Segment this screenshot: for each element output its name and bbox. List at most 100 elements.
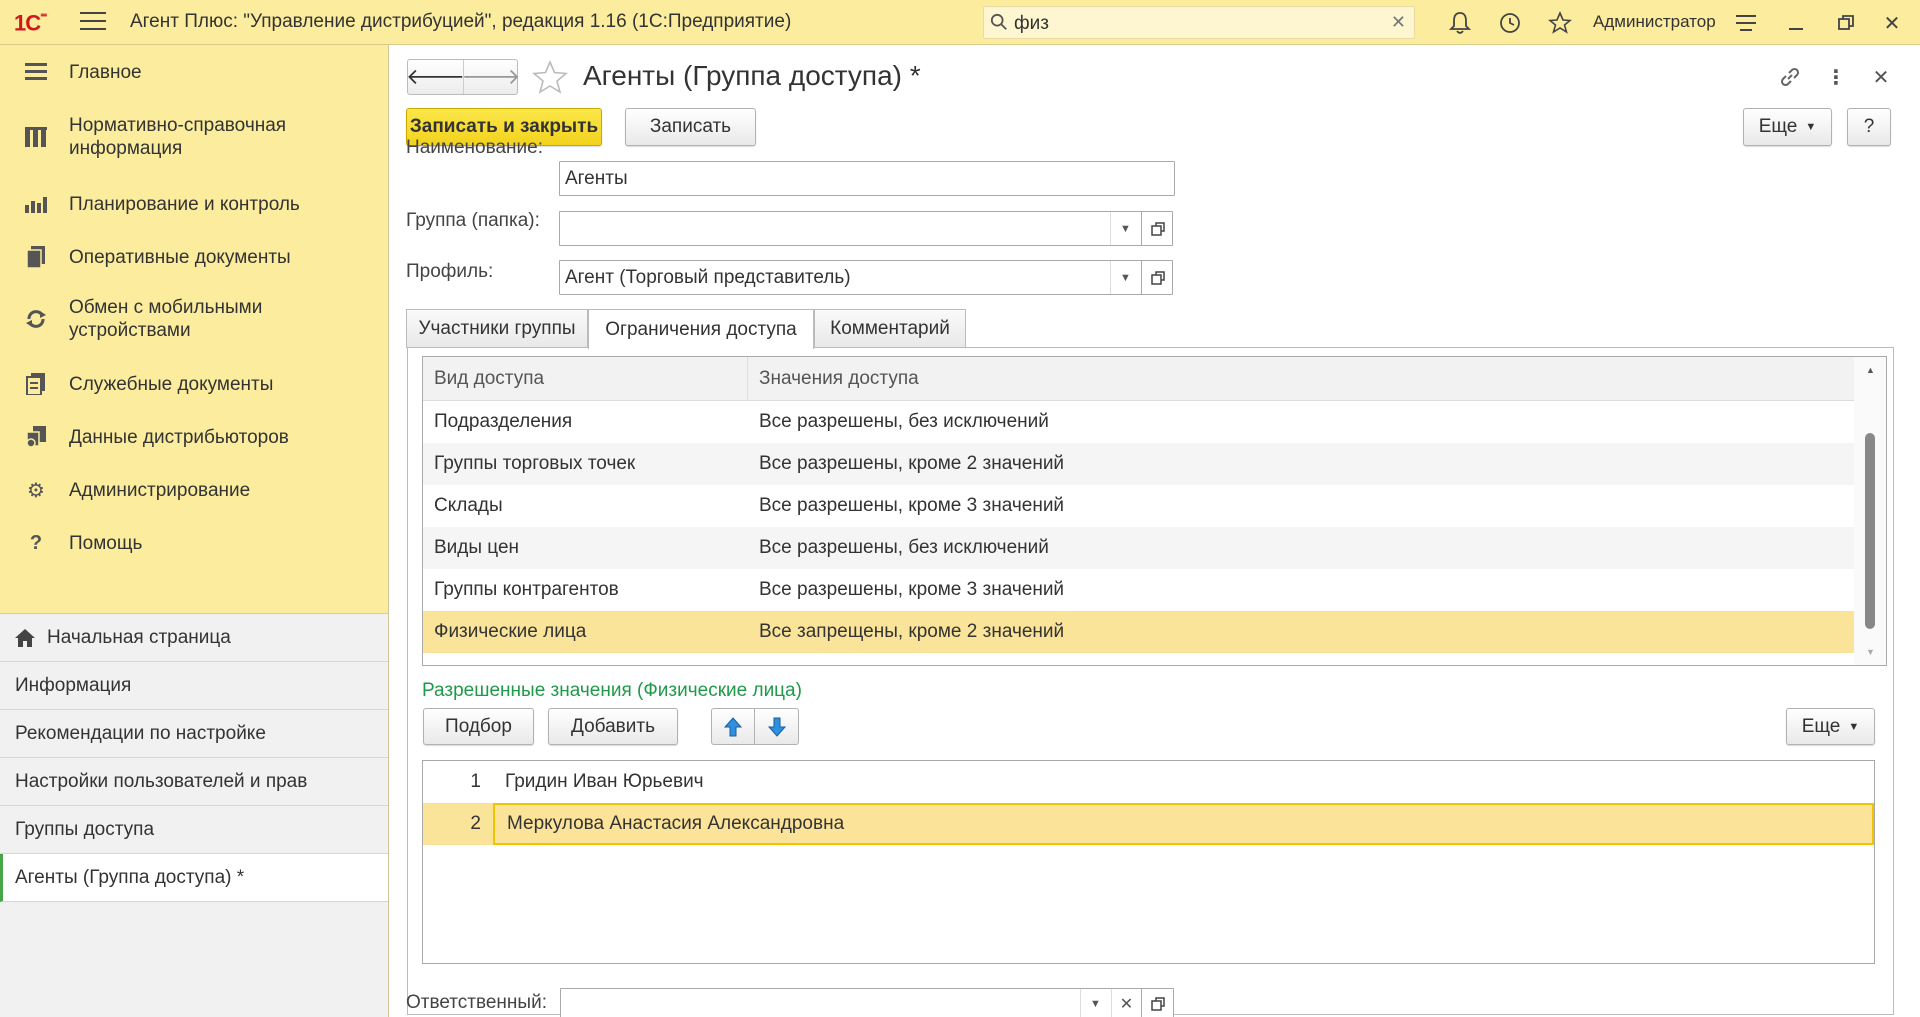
sidebar-item-admin[interactable]: ⚙ Администрирование <box>0 475 388 505</box>
tab-comment[interactable]: Комментарий <box>814 309 966 348</box>
help-button[interactable]: ? <box>1847 108 1891 146</box>
settings-lines-icon[interactable] <box>1732 9 1760 37</box>
row-number: 1 <box>470 771 481 792</box>
service-docs-icon <box>22 370 50 398</box>
sidebar-item-nsi[interactable]: Нормативно-справочная информация <box>0 113 388 161</box>
add-button[interactable]: Добавить <box>548 708 678 745</box>
help-icon: ? <box>29 531 43 554</box>
vertical-scrollbar[interactable]: ▲ ▼ <box>1854 357 1886 665</box>
open-window-user-settings[interactable]: Настройки пользователей и прав <box>0 758 388 806</box>
open-window-home[interactable]: Начальная страница <box>0 614 388 662</box>
top-bar: 1С⁼ Агент Плюс: "Управление дистрибуцией… <box>0 0 1920 45</box>
pick-button[interactable]: Подбор <box>423 708 534 745</box>
allowed-values-list[interactable]: 1 Гридин Иван Юрьевич 2 Меркулова Анаста… <box>422 760 1875 964</box>
list-item[interactable]: 1 Гридин Иван Юрьевич <box>423 761 1874 803</box>
dropdown-arrow-icon[interactable]: ▼ <box>1110 212 1140 245</box>
app-logo[interactable]: 1С⁼ <box>14 9 48 36</box>
tab-access-restrictions[interactable]: Ограничения доступа <box>588 309 814 349</box>
column-header-access-values[interactable]: Значения доступа <box>748 357 1854 401</box>
home-icon <box>15 628 35 647</box>
bell-icon[interactable] <box>1446 9 1474 37</box>
chart-icon <box>22 190 50 218</box>
cell-access-value: Все запрещены, кроме 2 значений <box>759 621 1065 642</box>
save-button[interactable]: Записать <box>625 108 756 146</box>
back-arrow-icon[interactable]: 🡐 <box>406 60 465 94</box>
scroll-down-icon[interactable]: ▼ <box>1866 647 1875 657</box>
main-menu-icon[interactable] <box>80 12 106 32</box>
cell-access-value: Все разрешены, кроме 2 значений <box>759 453 1065 474</box>
table-row[interactable]: Подразделения Все разрешены, без исключе… <box>423 401 1854 443</box>
scroll-up-icon[interactable]: ▲ <box>1866 365 1875 375</box>
sidebar-item-main[interactable]: Главное <box>0 57 388 87</box>
open-item-icon[interactable] <box>1141 212 1173 245</box>
forward-arrow-icon[interactable]: 🡒 <box>462 60 521 94</box>
restore-icon[interactable] <box>1832 9 1860 37</box>
search-icon <box>990 13 1007 30</box>
row-number: 2 <box>470 813 481 834</box>
arrow-down-icon <box>767 717 786 737</box>
tab-group-members[interactable]: Участники группы <box>406 309 588 348</box>
cell-access-kind: Физические лица <box>434 621 587 642</box>
clear-search-icon[interactable]: ✕ <box>1391 12 1406 33</box>
access-restrictions-table[interactable]: Вид доступа Значения доступа Подразделен… <box>422 356 1887 666</box>
sidebar-item-service-docs[interactable]: Служебные документы <box>0 369 388 399</box>
catalog-icon <box>22 123 50 151</box>
list-item-selected[interactable]: 2 Меркулова Анастасия Александровна <box>423 803 1874 845</box>
scrollbar-thumb[interactable] <box>1865 433 1875 629</box>
cell-access-kind: Виды цен <box>434 537 520 558</box>
dropdown-arrow-icon[interactable]: ▼ <box>1080 989 1110 1017</box>
profile-field[interactable]: Агент (Торговый представитель) ▼ <box>559 260 1173 295</box>
move-up-button[interactable] <box>711 708 755 745</box>
cell-access-value: Все разрешены, кроме 3 значений <box>759 495 1065 516</box>
dropdown-arrow-icon[interactable]: ▼ <box>1110 261 1140 294</box>
open-item-icon[interactable] <box>1141 261 1173 294</box>
close-window-icon[interactable]: ✕ <box>1878 9 1906 37</box>
move-down-button[interactable] <box>755 708 799 745</box>
chevron-down-icon: ▼ <box>1805 121 1817 133</box>
sidebar-item-mobile-exchange[interactable]: Обмен с мобильными устройствами <box>0 295 388 343</box>
cell-access-kind: Группы торговых точек <box>434 453 636 474</box>
table-row[interactable]: Склады Все разрешены, кроме 3 значений <box>423 485 1854 527</box>
group-field[interactable]: ▼ <box>559 211 1173 246</box>
table-row[interactable]: Группы торговых точек Все разрешены, кро… <box>423 443 1854 485</box>
table-row-selected[interactable]: Физические лица Все запрещены, кроме 2 з… <box>423 611 1854 653</box>
cell-access-kind: Склады <box>434 495 503 516</box>
current-user[interactable]: Администратор <box>1593 12 1716 32</box>
open-window-access-groups[interactable]: Группы доступа <box>0 806 388 854</box>
search-input[interactable]: физ ✕ <box>983 6 1415 39</box>
arrow-up-icon <box>724 716 742 736</box>
app-title: Агент Плюс: "Управление дистрибуцией", р… <box>130 11 792 32</box>
open-item-icon[interactable] <box>1141 989 1173 1017</box>
column-header-access-kind[interactable]: Вид доступа <box>423 357 748 401</box>
cell-access-value: Все разрешены, без исключений <box>759 537 1049 558</box>
open-window-agents-group[interactable]: Агенты (Группа доступа) * <box>0 854 388 902</box>
close-form-icon[interactable]: ✕ <box>1867 63 1895 91</box>
favorite-star-icon[interactable] <box>532 60 568 94</box>
sync-icon <box>22 305 50 333</box>
distributors-icon <box>22 423 50 451</box>
link-icon[interactable] <box>1776 63 1804 91</box>
row-name: Гридин Иван Юрьевич <box>505 771 704 792</box>
sidebar-item-distributors[interactable]: Данные дистрибьюторов <box>0 422 388 452</box>
row-name: Меркулова Анастасия Александровна <box>493 803 1874 845</box>
table-row[interactable]: Виды цен Все разрешены, без исключений <box>423 527 1854 569</box>
more-actions-icon[interactable]: ⋮ <box>1822 63 1850 91</box>
name-field[interactable]: Агенты <box>559 161 1175 196</box>
cell-access-kind: Подразделения <box>434 411 573 432</box>
clear-field-icon[interactable]: ✕ <box>1111 989 1141 1017</box>
minimize-icon[interactable] <box>1782 9 1810 37</box>
favorites-star-icon[interactable] <box>1546 9 1574 37</box>
sidebar-item-help[interactable]: ? Помощь <box>0 528 388 558</box>
sidebar-item-planning[interactable]: Планирование и контроль <box>0 189 388 219</box>
sidebar-item-operations[interactable]: Оперативные документы <box>0 242 388 272</box>
table-row[interactable]: Группы контрагентов Все разрешены, кроме… <box>423 569 1854 611</box>
open-window-info[interactable]: Информация <box>0 662 388 710</box>
more-allowed-button[interactable]: Еще ▼ <box>1786 708 1875 745</box>
open-windows-list: Начальная страница Информация Рекомендац… <box>0 613 388 1017</box>
gear-icon: ⚙ <box>27 479 45 502</box>
more-button[interactable]: Еще ▼ <box>1743 108 1832 146</box>
open-window-recommendations[interactable]: Рекомендации по настройке <box>0 710 388 758</box>
history-icon[interactable] <box>1496 9 1524 37</box>
search-value: физ <box>1014 13 1049 34</box>
responsible-field[interactable]: ▼ ✕ <box>560 988 1174 1017</box>
